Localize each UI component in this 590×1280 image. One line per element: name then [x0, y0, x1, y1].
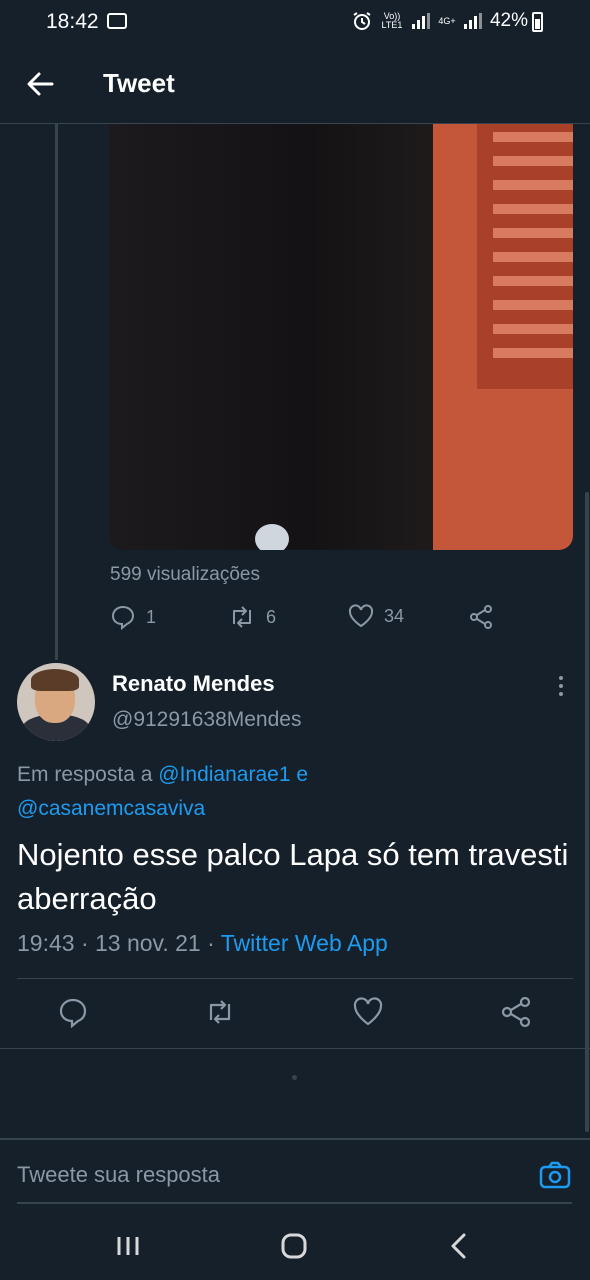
- view-count: 599 visualizações: [110, 564, 260, 585]
- loading-dot: [292, 1075, 297, 1080]
- status-right: Vo)) LTE1 4G+ 42%: [352, 10, 528, 32]
- author-name[interactable]: Renato Mendes: [112, 671, 275, 697]
- battery-icon: [532, 12, 543, 32]
- like-count: 34: [384, 605, 405, 626]
- media-dark-area: [109, 124, 439, 550]
- mention-link-1[interactable]: @Indianarae1: [158, 763, 290, 786]
- page-title: Tweet: [103, 68, 175, 98]
- mention-link-2[interactable]: @casanemcasaviva: [17, 797, 205, 820]
- tweet-source[interactable]: Twitter Web App: [221, 930, 388, 956]
- reply-context: Em resposta a @Indianarae1 e @casanemcas…: [17, 758, 557, 826]
- tweet-screen: 18:42 Vo)) LTE1 4G+ 42% Tweet 599 visual…: [0, 0, 590, 1280]
- network-label: 4G+: [438, 15, 456, 26]
- share-icon[interactable]: [500, 996, 532, 1028]
- reply-prefix: Em resposta a: [17, 763, 153, 786]
- vertical-dots-icon[interactable]: [552, 674, 570, 698]
- parent-tweet-actions: 1 6 34: [110, 604, 510, 632]
- reply-count: 1: [146, 606, 157, 627]
- scrollbar[interactable]: [585, 492, 589, 1132]
- recent-apps-icon[interactable]: [112, 1230, 144, 1262]
- tweet-text: Nojento esse palco Lapa só tem travesti …: [17, 837, 569, 916]
- speech-bubble-icon[interactable]: [57, 996, 89, 1028]
- media-light-spot: [255, 524, 289, 550]
- volte-label: Vo)) LTE1: [381, 11, 403, 30]
- like-button[interactable]: 34: [348, 604, 404, 628]
- screen-record-icon: [107, 13, 127, 29]
- heart-icon[interactable]: [352, 996, 384, 1028]
- home-icon[interactable]: [278, 1230, 310, 1262]
- arrow-left-icon[interactable]: [24, 68, 56, 100]
- reply-input-underline: [17, 1202, 572, 1204]
- retweet-icon[interactable]: [204, 996, 236, 1028]
- system-nav-bar: [0, 1210, 590, 1280]
- speech-bubble-icon: [111, 605, 135, 630]
- alarm-icon: [353, 12, 371, 30]
- tweet-timestamp: 19:43 · 13 nov. 21 ·: [17, 930, 215, 956]
- retweet-count: 6: [266, 606, 277, 627]
- status-time: 18:42: [46, 10, 99, 33]
- signal-icon-2: [463, 13, 482, 29]
- signal-icon: [411, 13, 430, 29]
- reply-tweet-actions: [0, 996, 590, 1032]
- video-thumbnail[interactable]: [109, 124, 573, 550]
- thread-connector: [55, 124, 58, 660]
- camera-icon[interactable]: [539, 1160, 571, 1190]
- retweet-button[interactable]: 6: [228, 604, 276, 630]
- media-shutter: [477, 124, 573, 389]
- divider-bottom: [0, 1048, 590, 1049]
- reply-input[interactable]: Tweete sua resposta: [17, 1162, 220, 1188]
- status-bar: 18:42 Vo)) LTE1 4G+ 42%: [0, 0, 590, 44]
- back-nav-icon[interactable]: [444, 1230, 476, 1262]
- reply-button[interactable]: 1: [110, 604, 156, 630]
- author-handle[interactable]: @91291638Mendes: [112, 708, 301, 732]
- share-button[interactable]: [468, 604, 494, 630]
- heart-icon: [348, 604, 374, 628]
- avatar[interactable]: [17, 663, 95, 741]
- retweet-icon: [233, 606, 251, 628]
- divider: [17, 978, 573, 979]
- battery-percent: 42%: [489, 10, 528, 31]
- reply-composer: Tweete sua resposta: [0, 1138, 590, 1208]
- tweet-meta: 19:43 · 13 nov. 21 · Twitter Web App: [17, 930, 388, 957]
- app-header: Tweet: [0, 44, 590, 124]
- share-icon: [470, 605, 492, 629]
- mention-joiner: e: [296, 763, 309, 786]
